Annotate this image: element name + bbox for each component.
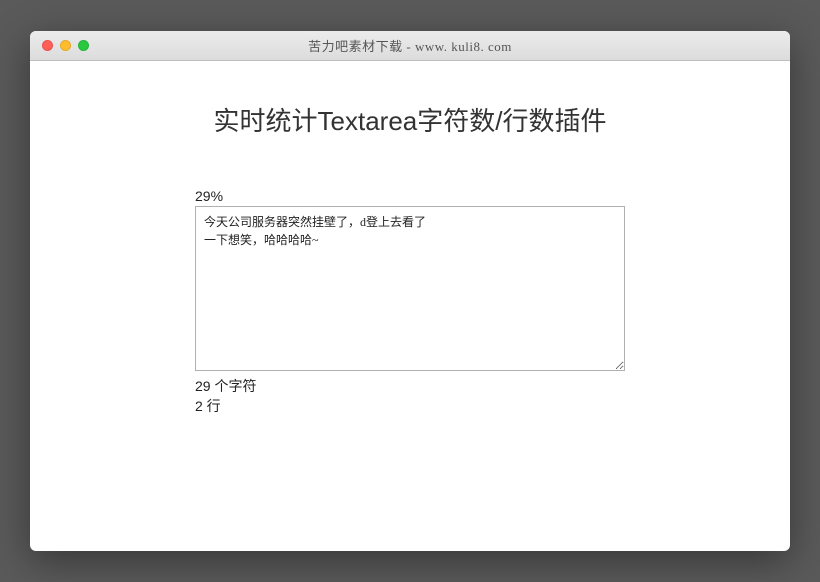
titlebar: 苦力吧素材下载 - www. kuli8. com xyxy=(30,31,790,61)
page-title: 实时统计Textarea字符数/行数插件 xyxy=(214,101,607,138)
maximize-icon[interactable] xyxy=(78,40,89,51)
text-input[interactable] xyxy=(195,206,625,371)
traffic-lights xyxy=(30,40,89,51)
window-title: 苦力吧素材下载 - www. kuli8. com xyxy=(30,36,790,55)
app-window: 苦力吧素材下载 - www. kuli8. com 实时统计Textarea字符… xyxy=(30,31,790,551)
form-area: 29% 29 个字符 2 行 xyxy=(195,188,625,416)
minimize-icon[interactable] xyxy=(60,40,71,51)
char-count-label: 29 个字符 xyxy=(195,377,625,397)
stats-block: 29 个字符 2 行 xyxy=(195,377,625,416)
line-count-label: 2 行 xyxy=(195,397,625,417)
close-icon[interactable] xyxy=(42,40,53,51)
percent-used-label: 29% xyxy=(195,188,625,204)
content-area: 实时统计Textarea字符数/行数插件 29% 29 个字符 2 行 xyxy=(30,61,790,551)
